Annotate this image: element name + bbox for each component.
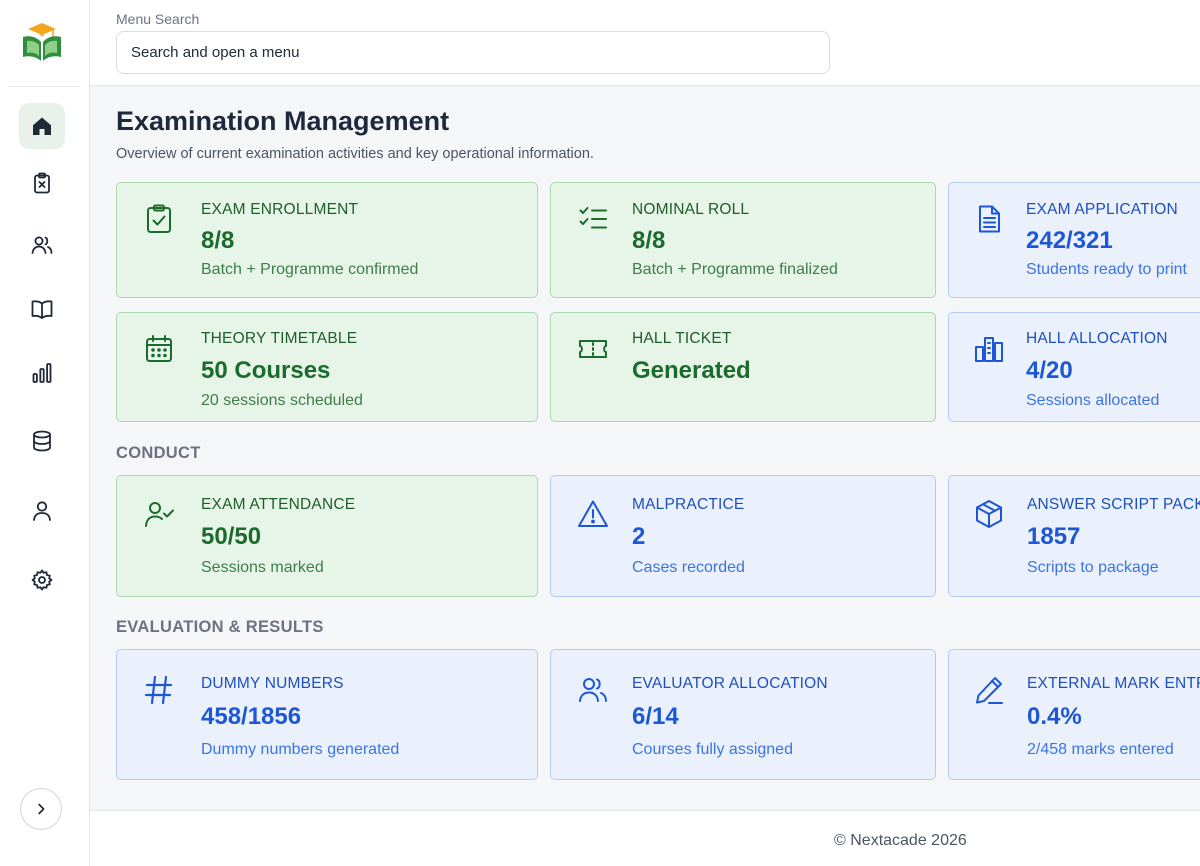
card-theory-timetable[interactable]: THEORY TIMETABLE 50 Courses 20 sessions … bbox=[116, 312, 538, 422]
card-subtitle: 20 sessions scheduled bbox=[201, 392, 363, 409]
footer-copyright: © Nextacade 2026 bbox=[834, 832, 967, 849]
card-subtitle: Courses fully assigned bbox=[632, 741, 793, 758]
menu-search-input[interactable] bbox=[116, 31, 830, 74]
card-value: 50 Courses bbox=[201, 357, 331, 384]
sidebar-item-home[interactable] bbox=[19, 103, 65, 149]
card-value: 4/20 bbox=[1026, 357, 1073, 384]
card-title: EXAM ATTENDANCE bbox=[201, 496, 356, 513]
users-icon bbox=[577, 674, 609, 706]
card-title: MALPRACTICE bbox=[632, 496, 745, 513]
sidebar bbox=[0, 0, 90, 866]
card-exam-application[interactable]: EXAM APPLICATION 242/321 Students ready … bbox=[948, 182, 1200, 298]
chevron-right-icon bbox=[38, 803, 45, 815]
card-dummy-numbers[interactable]: DUMMY NUMBERS 458/1856 Dummy numbers gen… bbox=[116, 649, 538, 780]
file-text-icon bbox=[973, 203, 1005, 235]
list-checks-icon bbox=[577, 203, 609, 235]
card-title: EVALUATOR ALLOCATION bbox=[632, 675, 828, 692]
card-title: EXTERNAL MARK ENTRY bbox=[1027, 675, 1200, 692]
card-subtitle: Batch + Programme confirmed bbox=[201, 261, 419, 278]
ticket-icon bbox=[577, 333, 609, 365]
card-value: 0.4% bbox=[1027, 703, 1082, 730]
card-subtitle: Dummy numbers generated bbox=[201, 741, 400, 758]
user-icon bbox=[33, 501, 51, 521]
sidebar-divider bbox=[8, 86, 80, 87]
sidebar-item-database[interactable] bbox=[19, 418, 65, 464]
card-subtitle: Students ready to print bbox=[1026, 261, 1187, 278]
sidebar-item-users[interactable] bbox=[19, 222, 65, 268]
card-value: 1857 bbox=[1027, 523, 1081, 550]
card-value: 2 bbox=[632, 523, 646, 550]
hash-icon bbox=[143, 674, 175, 706]
card-title: NOMINAL ROLL bbox=[632, 201, 750, 218]
card-value: 458/1856 bbox=[201, 703, 302, 730]
card-value: Generated bbox=[632, 357, 751, 384]
card-title: HALL ALLOCATION bbox=[1026, 330, 1168, 347]
top-bar: Menu Search bbox=[90, 0, 1200, 86]
users-icon bbox=[31, 236, 53, 254]
building-icon bbox=[973, 333, 1005, 365]
sidebar-item-profile[interactable] bbox=[19, 488, 65, 534]
sidebar-item-courses[interactable] bbox=[19, 286, 65, 332]
card-subtitle: Cases recorded bbox=[632, 559, 745, 576]
card-exam-attendance[interactable]: EXAM ATTENDANCE 50/50 Sessions marked bbox=[116, 475, 538, 597]
sidebar-item-settings[interactable] bbox=[19, 557, 65, 603]
card-subtitle: 2/458 marks entered bbox=[1027, 741, 1174, 758]
pen-icon bbox=[973, 674, 1005, 706]
bar-chart-icon bbox=[32, 363, 52, 383]
settings-icon bbox=[31, 569, 53, 591]
card-title: EXAM APPLICATION bbox=[1026, 201, 1178, 218]
card-subtitle: Sessions marked bbox=[201, 559, 324, 576]
card-title: ANSWER SCRIPT PACKING bbox=[1027, 496, 1200, 513]
calendar-icon bbox=[143, 333, 175, 365]
sidebar-item-exams[interactable] bbox=[19, 160, 65, 206]
menu-search-label: Menu Search bbox=[116, 11, 200, 27]
card-subtitle: Scripts to package bbox=[1027, 559, 1159, 576]
card-subtitle: Batch + Programme finalized bbox=[632, 261, 838, 278]
clipboard-x-icon bbox=[34, 172, 50, 194]
card-hall-ticket[interactable]: HALL TICKET Generated bbox=[550, 312, 936, 422]
card-title: HALL TICKET bbox=[632, 330, 732, 347]
card-subtitle: Sessions allocated bbox=[1026, 392, 1160, 409]
database-icon bbox=[33, 430, 51, 452]
book-open-icon bbox=[31, 300, 53, 319]
sidebar-expand-button[interactable] bbox=[20, 788, 62, 830]
card-value: 8/8 bbox=[201, 227, 235, 254]
card-title: EXAM ENROLLMENT bbox=[201, 201, 359, 218]
section-label-evaluation: EVALUATION & RESULTS bbox=[116, 618, 324, 636]
card-nominal-roll[interactable]: NOMINAL ROLL 8/8 Batch + Programme final… bbox=[550, 182, 936, 298]
card-exam-enrollment[interactable]: EXAM ENROLLMENT 8/8 Batch + Programme co… bbox=[116, 182, 538, 298]
card-value: 8/8 bbox=[632, 227, 666, 254]
clipboard-check-icon bbox=[143, 203, 175, 235]
page-title: Examination Management bbox=[116, 106, 450, 136]
card-external-mark-entry[interactable]: EXTERNAL MARK ENTRY 0.4% 2/458 marks ent… bbox=[948, 649, 1200, 780]
section-label-conduct: CONDUCT bbox=[116, 444, 201, 462]
card-evaluator-allocation[interactable]: EVALUATOR ALLOCATION 6/14 Courses fully … bbox=[550, 649, 936, 780]
alert-triangle-icon bbox=[577, 498, 609, 530]
page-subtitle: Overview of current examination activiti… bbox=[116, 146, 594, 162]
main-content: Examination Management Overview of curre… bbox=[90, 86, 1200, 810]
user-check-icon bbox=[143, 498, 175, 530]
card-answer-script-packing[interactable]: ANSWER SCRIPT PACKING 1857 Scripts to pa… bbox=[948, 475, 1200, 597]
card-malpractice[interactable]: MALPRACTICE 2 Cases recorded bbox=[550, 475, 936, 597]
package-icon bbox=[973, 498, 1005, 530]
card-title: DUMMY NUMBERS bbox=[201, 675, 344, 692]
card-value: 6/14 bbox=[632, 703, 679, 730]
card-value: 50/50 bbox=[201, 523, 262, 550]
card-hall-allocation[interactable]: HALL ALLOCATION 4/20 Sessions allocated bbox=[948, 312, 1200, 422]
home-icon bbox=[33, 117, 51, 135]
sidebar-item-reports[interactable] bbox=[19, 350, 65, 396]
card-value: 242/321 bbox=[1026, 227, 1113, 254]
card-title: THEORY TIMETABLE bbox=[201, 330, 358, 347]
footer: © Nextacade 2026 bbox=[90, 810, 1200, 866]
logo-icon bbox=[20, 20, 64, 64]
